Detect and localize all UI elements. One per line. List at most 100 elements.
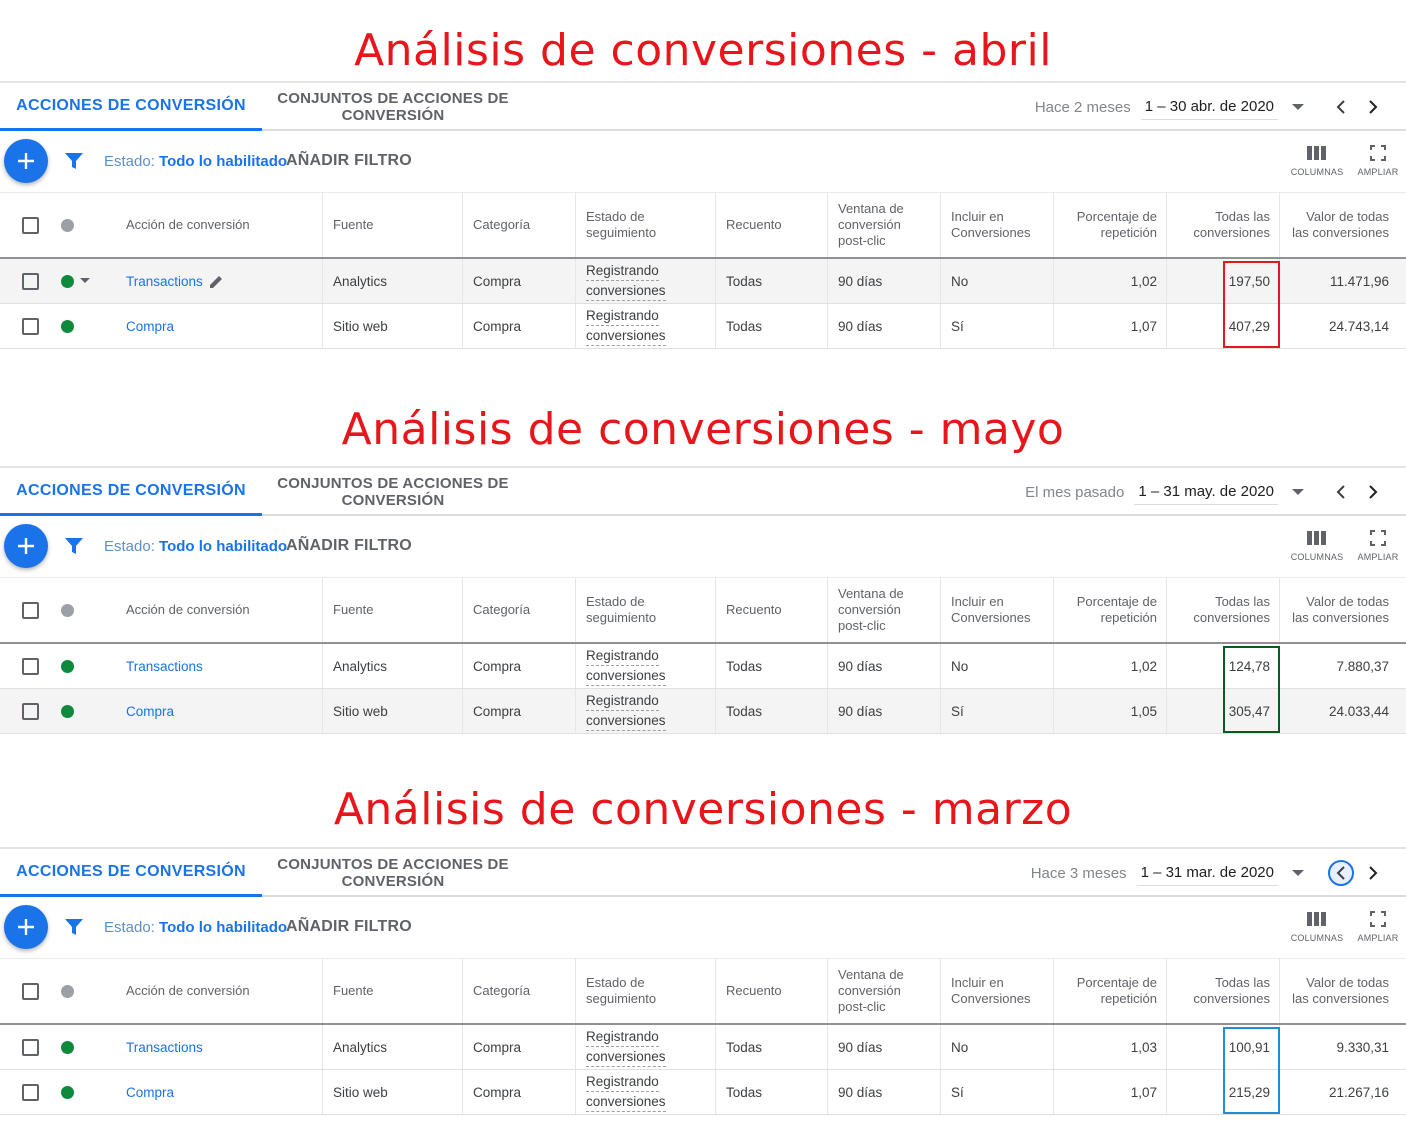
- status-dot[interactable]: [61, 644, 74, 688]
- select-all-checkbox[interactable]: [22, 959, 39, 1023]
- table-row[interactable]: Compra Sitio web Compra Registrando conve…: [0, 689, 1406, 734]
- filter-icon[interactable]: [64, 917, 84, 942]
- status-cell[interactable]: Registrando conversiones: [575, 644, 715, 688]
- row-checkbox[interactable]: [22, 1025, 39, 1069]
- col-repeat[interactable]: Porcentaje de repetición: [1053, 578, 1166, 642]
- col-window[interactable]: Ventana de conversión post-clic: [827, 193, 940, 257]
- select-all-checkbox[interactable]: [22, 193, 39, 257]
- chevron-left-icon[interactable]: [1328, 94, 1354, 120]
- expand-button[interactable]: AMPLIAR: [1348, 911, 1406, 943]
- action-link[interactable]: Compra: [126, 1070, 174, 1114]
- col-source[interactable]: Fuente: [322, 193, 462, 257]
- chevron-right-icon[interactable]: [1360, 479, 1386, 505]
- action-link[interactable]: Transactions: [126, 1025, 203, 1069]
- chevron-right-icon[interactable]: [1360, 94, 1386, 120]
- columns-button[interactable]: COLUMNAS: [1287, 530, 1347, 562]
- status-filter[interactable]: Estado: Todo lo habilitado: [104, 153, 287, 170]
- tab-conversion-action-sets[interactable]: CONJUNTOS DE ACCIONES DE CONVERSIÓN: [262, 83, 524, 131]
- select-all-checkbox[interactable]: [22, 578, 39, 642]
- col-include[interactable]: Incluir en Conversiones: [940, 578, 1053, 642]
- date-range-value[interactable]: 1 – 31 mar. de 2020: [1136, 860, 1278, 886]
- col-all-value[interactable]: Valor de todas las conversiones: [1279, 193, 1406, 257]
- tab-conversion-action-sets[interactable]: CONJUNTOS DE ACCIONES DE CONVERSIÓN: [262, 468, 524, 516]
- expand-button[interactable]: AMPLIAR: [1348, 530, 1406, 562]
- row-checkbox[interactable]: [22, 644, 39, 688]
- status-filter[interactable]: Estado: Todo lo habilitado: [104, 538, 287, 555]
- col-all-conv[interactable]: Todas las conversiones: [1166, 193, 1279, 257]
- filter-icon[interactable]: [64, 151, 84, 176]
- action-link[interactable]: Compra: [126, 304, 174, 348]
- action-link[interactable]: Transactions: [126, 644, 203, 688]
- col-all-conv[interactable]: Todas las conversiones: [1166, 959, 1279, 1023]
- chevron-left-icon[interactable]: [1328, 860, 1354, 886]
- status-filter[interactable]: Estado: Todo lo habilitado: [104, 919, 287, 936]
- status-cell[interactable]: Registrando conversiones: [575, 689, 715, 733]
- row-checkbox[interactable]: [22, 689, 39, 733]
- col-window[interactable]: Ventana de conversión post-clic: [827, 578, 940, 642]
- add-button[interactable]: [4, 524, 48, 568]
- col-source[interactable]: Fuente: [322, 578, 462, 642]
- add-filter-button[interactable]: AÑADIR FILTRO: [286, 918, 412, 936]
- table-row[interactable]: Transactions Analytics Compra Registrand…: [0, 1025, 1406, 1070]
- status-dot[interactable]: [61, 259, 90, 303]
- caret-down-icon[interactable]: [80, 278, 90, 284]
- columns-button[interactable]: COLUMNAS: [1287, 145, 1347, 177]
- col-repeat[interactable]: Porcentaje de repetición: [1053, 193, 1166, 257]
- caret-down-icon[interactable]: [1292, 870, 1304, 876]
- col-category[interactable]: Categoría: [462, 193, 575, 257]
- filter-icon[interactable]: [64, 536, 84, 561]
- row-checkbox[interactable]: [22, 259, 39, 303]
- col-source[interactable]: Fuente: [322, 959, 462, 1023]
- col-window[interactable]: Ventana de conversión post-clic: [827, 959, 940, 1023]
- col-action[interactable]: Acción de conversión: [126, 959, 322, 1023]
- row-checkbox[interactable]: [22, 304, 39, 348]
- chevron-left-icon[interactable]: [1328, 479, 1354, 505]
- columns-button[interactable]: COLUMNAS: [1287, 911, 1347, 943]
- col-include[interactable]: Incluir en Conversiones: [940, 959, 1053, 1023]
- status-cell[interactable]: Registrando conversiones: [575, 1025, 715, 1069]
- status-cell[interactable]: Registrando conversiones: [575, 259, 715, 303]
- add-button[interactable]: [4, 905, 48, 949]
- status-dot[interactable]: [61, 1025, 74, 1069]
- status-cell[interactable]: Registrando conversiones: [575, 304, 715, 348]
- col-all-value[interactable]: Valor de todas las conversiones: [1279, 578, 1406, 642]
- date-range-picker[interactable]: El mes pasado 1 – 31 may. de 2020: [1025, 468, 1386, 516]
- tab-conversion-action-sets[interactable]: CONJUNTOS DE ACCIONES DE CONVERSIÓN: [262, 849, 524, 897]
- col-status[interactable]: Estado de seguimiento: [575, 959, 715, 1023]
- date-range-value[interactable]: 1 – 31 may. de 2020: [1134, 479, 1278, 505]
- col-category[interactable]: Categoría: [462, 959, 575, 1023]
- add-filter-button[interactable]: AÑADIR FILTRO: [286, 152, 412, 170]
- table-row[interactable]: Compra Sitio web Compra Registrando conve…: [0, 304, 1406, 349]
- add-filter-button[interactable]: AÑADIR FILTRO: [286, 537, 412, 555]
- date-range-picker[interactable]: Hace 3 meses 1 – 31 mar. de 2020: [1031, 849, 1386, 897]
- tab-conversion-actions[interactable]: ACCIONES DE CONVERSIÓN: [0, 849, 262, 897]
- col-all-value[interactable]: Valor de todas las conversiones: [1279, 959, 1406, 1023]
- col-action[interactable]: Acción de conversión: [126, 193, 322, 257]
- row-checkbox[interactable]: [22, 1070, 39, 1114]
- table-row[interactable]: Transactions Analytics Compra Registrand…: [0, 644, 1406, 689]
- action-link[interactable]: Transactions: [126, 259, 224, 303]
- col-status[interactable]: Estado de seguimiento: [575, 578, 715, 642]
- col-count[interactable]: Recuento: [715, 193, 827, 257]
- status-cell[interactable]: Registrando conversiones: [575, 1070, 715, 1114]
- table-row[interactable]: Transactions Analytics Compra Registrand…: [0, 259, 1406, 304]
- chevron-right-icon[interactable]: [1360, 860, 1386, 886]
- col-category[interactable]: Categoría: [462, 578, 575, 642]
- tab-conversion-actions[interactable]: ACCIONES DE CONVERSIÓN: [0, 468, 262, 516]
- col-repeat[interactable]: Porcentaje de repetición: [1053, 959, 1166, 1023]
- caret-down-icon[interactable]: [1292, 104, 1304, 110]
- col-all-conv[interactable]: Todas las conversiones: [1166, 578, 1279, 642]
- col-include[interactable]: Incluir en Conversiones: [940, 193, 1053, 257]
- col-count[interactable]: Recuento: [715, 578, 827, 642]
- status-dot[interactable]: [61, 689, 74, 733]
- date-range-value[interactable]: 1 – 30 abr. de 2020: [1140, 94, 1278, 120]
- expand-button[interactable]: AMPLIAR: [1348, 145, 1406, 177]
- status-dot[interactable]: [61, 304, 74, 348]
- status-dot[interactable]: [61, 1070, 74, 1114]
- date-range-picker[interactable]: Hace 2 meses 1 – 30 abr. de 2020: [1035, 83, 1386, 131]
- tab-conversion-actions[interactable]: ACCIONES DE CONVERSIÓN: [0, 83, 262, 131]
- col-count[interactable]: Recuento: [715, 959, 827, 1023]
- action-link[interactable]: Compra: [126, 689, 174, 733]
- col-status[interactable]: Estado de seguimiento: [575, 193, 715, 257]
- table-row[interactable]: Compra Sitio web Compra Registrando conve…: [0, 1070, 1406, 1115]
